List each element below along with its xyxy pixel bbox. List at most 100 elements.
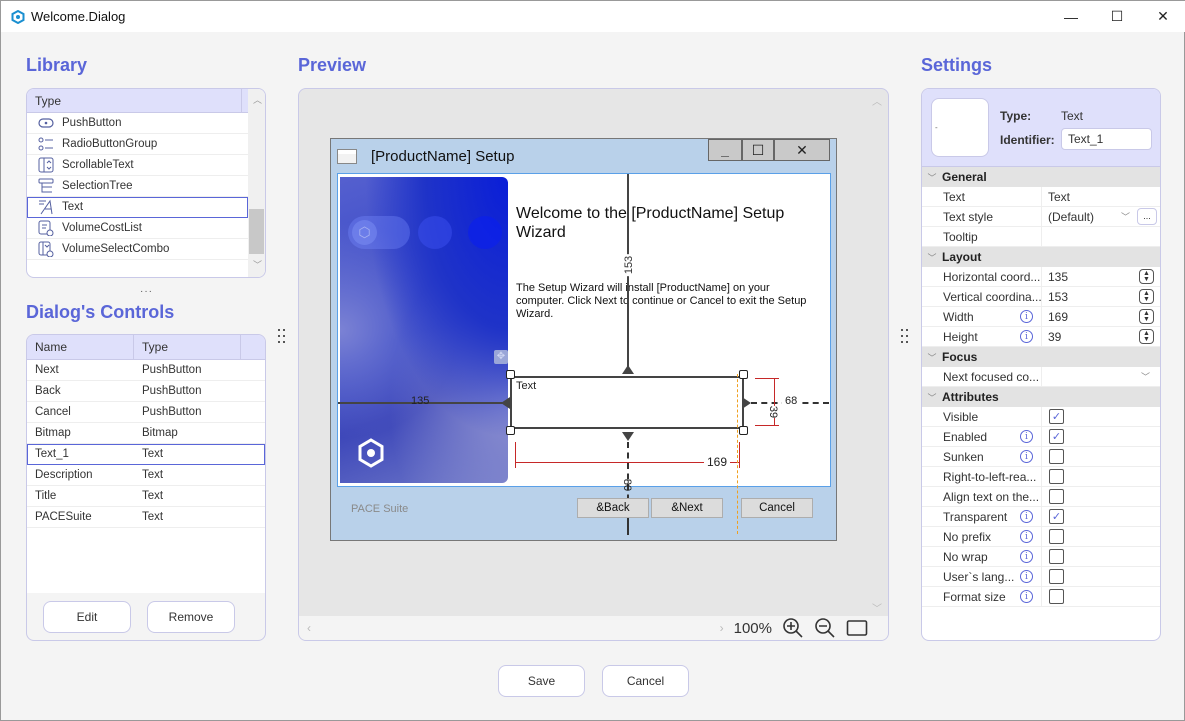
info-icon[interactable]: i bbox=[1020, 430, 1033, 443]
control-row[interactable]: Cancel PushButton bbox=[27, 402, 265, 423]
property-value-text[interactable]: 39 bbox=[1048, 330, 1061, 344]
dialog-footer-text[interactable]: PACE Suite bbox=[351, 503, 408, 515]
checkbox[interactable] bbox=[1049, 489, 1064, 504]
preview-vscrollbar[interactable]: ︿ ﹀ bbox=[866, 89, 888, 619]
property-value[interactable]: 169 ▲ ▼ bbox=[1042, 307, 1160, 326]
property-value-text[interactable]: 153 bbox=[1048, 290, 1068, 304]
checkbox[interactable]: ✓ bbox=[1049, 509, 1064, 524]
remove-button[interactable]: Remove bbox=[147, 601, 235, 633]
dialog-description[interactable]: The Setup Wizard will install [ProductNa… bbox=[516, 282, 816, 321]
scroll-down-icon[interactable]: ﹀ bbox=[253, 258, 262, 271]
property-value-text[interactable]: 135 bbox=[1048, 270, 1068, 284]
spinner-icon[interactable]: ▲ ▼ bbox=[1139, 329, 1154, 344]
checkbox[interactable] bbox=[1049, 569, 1064, 584]
selected-text-control[interactable]: Text bbox=[510, 376, 744, 429]
library-item[interactable]: RadioButtonGroup bbox=[27, 134, 248, 155]
move-handle-icon[interactable]: ✥ bbox=[494, 350, 508, 364]
property-value[interactable]: (Default) ﹀... bbox=[1042, 207, 1160, 226]
scroll-down-icon[interactable]: ﹀ bbox=[872, 600, 882, 615]
property-value-text[interactable]: Text bbox=[1048, 190, 1070, 204]
property-value[interactable]: ✓ bbox=[1042, 427, 1160, 446]
dialog-heading[interactable]: Welcome to the [ProductName] Setup Wizar… bbox=[516, 204, 816, 242]
checkbox[interactable] bbox=[1049, 449, 1064, 464]
resize-handle[interactable] bbox=[739, 426, 748, 435]
property-value[interactable]: 153 ▲ ▼ bbox=[1042, 287, 1160, 306]
spinner-icon[interactable]: ▲ ▼ bbox=[1139, 309, 1154, 324]
library-item[interactable]: PushButton bbox=[27, 113, 248, 134]
info-icon[interactable]: i bbox=[1020, 450, 1033, 463]
property-value[interactable] bbox=[1042, 487, 1160, 506]
info-icon[interactable]: i bbox=[1020, 590, 1033, 603]
checkbox[interactable]: ✓ bbox=[1049, 429, 1064, 444]
property-value[interactable] bbox=[1042, 527, 1160, 546]
splitter-handle[interactable]: ··· bbox=[140, 286, 153, 297]
save-button[interactable]: Save bbox=[498, 665, 585, 697]
scroll-left-icon[interactable]: ‹ bbox=[307, 621, 311, 635]
spinner-icon[interactable]: ▲ ▼ bbox=[1139, 289, 1154, 304]
dialog-back-button[interactable]: &Back bbox=[577, 498, 649, 518]
property-value[interactable]: 135 ▲ ▼ bbox=[1042, 267, 1160, 286]
property-value[interactable] bbox=[1042, 467, 1160, 486]
spinner-icon[interactable]: ▲ ▼ bbox=[1139, 269, 1154, 284]
resize-handle[interactable] bbox=[506, 426, 515, 435]
control-row[interactable]: Next PushButton bbox=[27, 360, 265, 381]
scroll-up-icon[interactable]: ︿ bbox=[253, 93, 262, 106]
library-scrollbar[interactable]: ︿ ﹀ bbox=[248, 89, 265, 277]
property-value[interactable]: ✓ bbox=[1042, 407, 1160, 426]
library-item[interactable]: VolumeCostList bbox=[27, 218, 248, 239]
property-value[interactable] bbox=[1042, 567, 1160, 586]
edit-button[interactable]: Edit bbox=[43, 601, 131, 633]
resize-handle[interactable] bbox=[506, 370, 515, 379]
column-type[interactable]: Type bbox=[134, 335, 241, 359]
group-layout[interactable]: ﹀ Layout bbox=[922, 247, 1160, 267]
library-item[interactable]: VolumeSelectCombo bbox=[27, 239, 248, 260]
minimize-button[interactable]: — bbox=[1048, 1, 1094, 32]
right-splitter-grip[interactable] bbox=[901, 329, 909, 345]
info-icon[interactable]: i bbox=[1020, 550, 1033, 563]
checkbox[interactable]: ✓ bbox=[1049, 409, 1064, 424]
property-value[interactable]: 39 ▲ ▼ bbox=[1042, 327, 1160, 346]
property-value[interactable] bbox=[1042, 547, 1160, 566]
scroll-right-icon[interactable]: › bbox=[720, 621, 724, 635]
property-value[interactable] bbox=[1042, 447, 1160, 466]
cancel-button[interactable]: Cancel bbox=[602, 665, 689, 697]
checkbox[interactable] bbox=[1049, 469, 1064, 484]
dialog-cancel-button[interactable]: Cancel bbox=[741, 498, 813, 518]
control-row[interactable]: Back PushButton bbox=[27, 381, 265, 402]
chevron-down-icon[interactable]: ﹀ bbox=[1121, 210, 1130, 223]
fit-to-window-icon[interactable] bbox=[846, 619, 868, 637]
property-value-text[interactable]: (Default) bbox=[1048, 210, 1094, 224]
left-splitter-grip[interactable] bbox=[278, 329, 286, 345]
control-row[interactable]: Bitmap Bitmap bbox=[27, 423, 265, 444]
property-value[interactable] bbox=[1042, 227, 1160, 246]
resize-handle[interactable] bbox=[739, 370, 748, 379]
control-row[interactable]: Description Text bbox=[27, 465, 265, 486]
close-button[interactable]: ✕ bbox=[1140, 1, 1185, 32]
ellipsis-button[interactable]: ... bbox=[1137, 208, 1157, 225]
info-icon[interactable]: i bbox=[1020, 530, 1033, 543]
column-name[interactable]: Name bbox=[27, 335, 134, 359]
bitmap-control[interactable]: ⬡ bbox=[340, 177, 508, 483]
property-value[interactable] bbox=[1042, 587, 1160, 606]
info-icon[interactable]: i bbox=[1020, 510, 1033, 523]
maximize-button[interactable]: ☐ bbox=[1094, 1, 1140, 32]
scroll-up-icon[interactable]: ︿ bbox=[872, 93, 882, 108]
control-row[interactable]: PACESuite Text bbox=[27, 507, 265, 528]
property-value[interactable]: Text bbox=[1042, 187, 1160, 206]
info-icon[interactable]: i bbox=[1020, 310, 1033, 323]
control-row[interactable]: Title Text bbox=[27, 486, 265, 507]
scroll-thumb[interactable] bbox=[249, 209, 264, 254]
dialog-next-button[interactable]: &Next bbox=[651, 498, 723, 518]
library-column-type[interactable]: Type bbox=[27, 89, 242, 112]
library-item[interactable]: ScrollableText bbox=[27, 155, 248, 176]
property-value-text[interactable]: 169 bbox=[1048, 310, 1068, 324]
control-row[interactable]: Text_1 Text bbox=[27, 444, 265, 465]
checkbox[interactable] bbox=[1049, 529, 1064, 544]
library-item[interactable]: Text bbox=[27, 197, 248, 218]
chevron-down-icon[interactable]: ﹀ bbox=[1141, 370, 1150, 383]
zoom-out-icon[interactable] bbox=[814, 617, 836, 639]
checkbox[interactable] bbox=[1049, 549, 1064, 564]
property-value[interactable]: ✓ bbox=[1042, 507, 1160, 526]
identifier-input[interactable]: Text_1 bbox=[1061, 128, 1152, 150]
property-value[interactable]: ﹀ bbox=[1042, 367, 1160, 386]
